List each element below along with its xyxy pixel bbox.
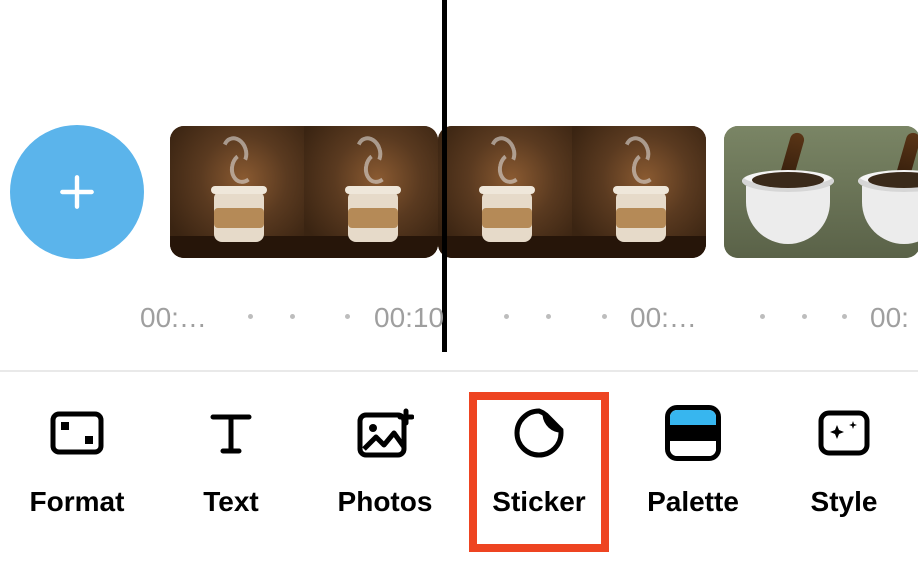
ruler-dot: [602, 314, 607, 319]
tool-photos[interactable]: Photos: [308, 392, 462, 552]
tool-format[interactable]: Format: [0, 392, 154, 552]
sticker-icon: [508, 402, 570, 464]
clip-gap: [706, 126, 724, 258]
palette-swatch: [670, 425, 716, 440]
ruler-dot: [504, 314, 509, 319]
ruler-dot: [802, 314, 807, 319]
clip-frame: [572, 126, 706, 258]
clip-frame: [840, 126, 918, 258]
text-icon: [200, 402, 262, 464]
ruler-dot: [345, 314, 350, 319]
toolbar-separator: [0, 370, 918, 372]
clip-frame: [438, 126, 572, 258]
clip[interactable]: [438, 126, 706, 258]
time-ruler: 00:… 00:10 00:… 00:: [0, 302, 918, 342]
format-icon: [46, 402, 108, 464]
tool-palette[interactable]: Palette: [616, 392, 770, 552]
tool-label: Palette: [647, 486, 739, 518]
clip-frame: [724, 126, 840, 258]
tool-text[interactable]: Text: [154, 392, 308, 552]
tool-label: Text: [203, 486, 259, 518]
ruler-label: 00:10: [374, 302, 444, 334]
palette-swatch: [670, 410, 716, 425]
clip-frame: [304, 126, 438, 258]
palette-swatch: [670, 441, 716, 456]
tool-label: Photos: [338, 486, 433, 518]
ruler-label: 00:: [870, 302, 909, 334]
ruler-dot: [546, 314, 551, 319]
tool-label: Style: [811, 486, 878, 518]
clip[interactable]: [170, 126, 438, 258]
ruler-dot: [842, 314, 847, 319]
tool-label: Format: [30, 486, 125, 518]
tool-label: Sticker: [492, 486, 585, 518]
bottom-toolbar: Format Text Photos Sticker: [0, 392, 918, 568]
add-clip-button[interactable]: [10, 125, 144, 259]
clip-track[interactable]: [170, 126, 918, 258]
ruler-dot: [290, 314, 295, 319]
ruler-label: 00:…: [630, 302, 697, 334]
ruler-dot: [248, 314, 253, 319]
ruler-dot: [760, 314, 765, 319]
clip[interactable]: [724, 126, 918, 258]
tool-sticker[interactable]: Sticker: [469, 392, 609, 552]
tool-style[interactable]: Style: [770, 392, 918, 552]
playhead[interactable]: [442, 0, 447, 352]
palette-icon: [662, 402, 724, 464]
clip-frame: [170, 126, 304, 258]
plus-icon: [55, 170, 99, 214]
video-editor: 00:… 00:10 00:… 00: Format T: [0, 0, 918, 568]
timeline[interactable]: 00:… 00:10 00:… 00:: [0, 0, 918, 370]
photos-icon: [354, 402, 416, 464]
style-icon: [813, 402, 875, 464]
ruler-label: 00:…: [140, 302, 207, 334]
